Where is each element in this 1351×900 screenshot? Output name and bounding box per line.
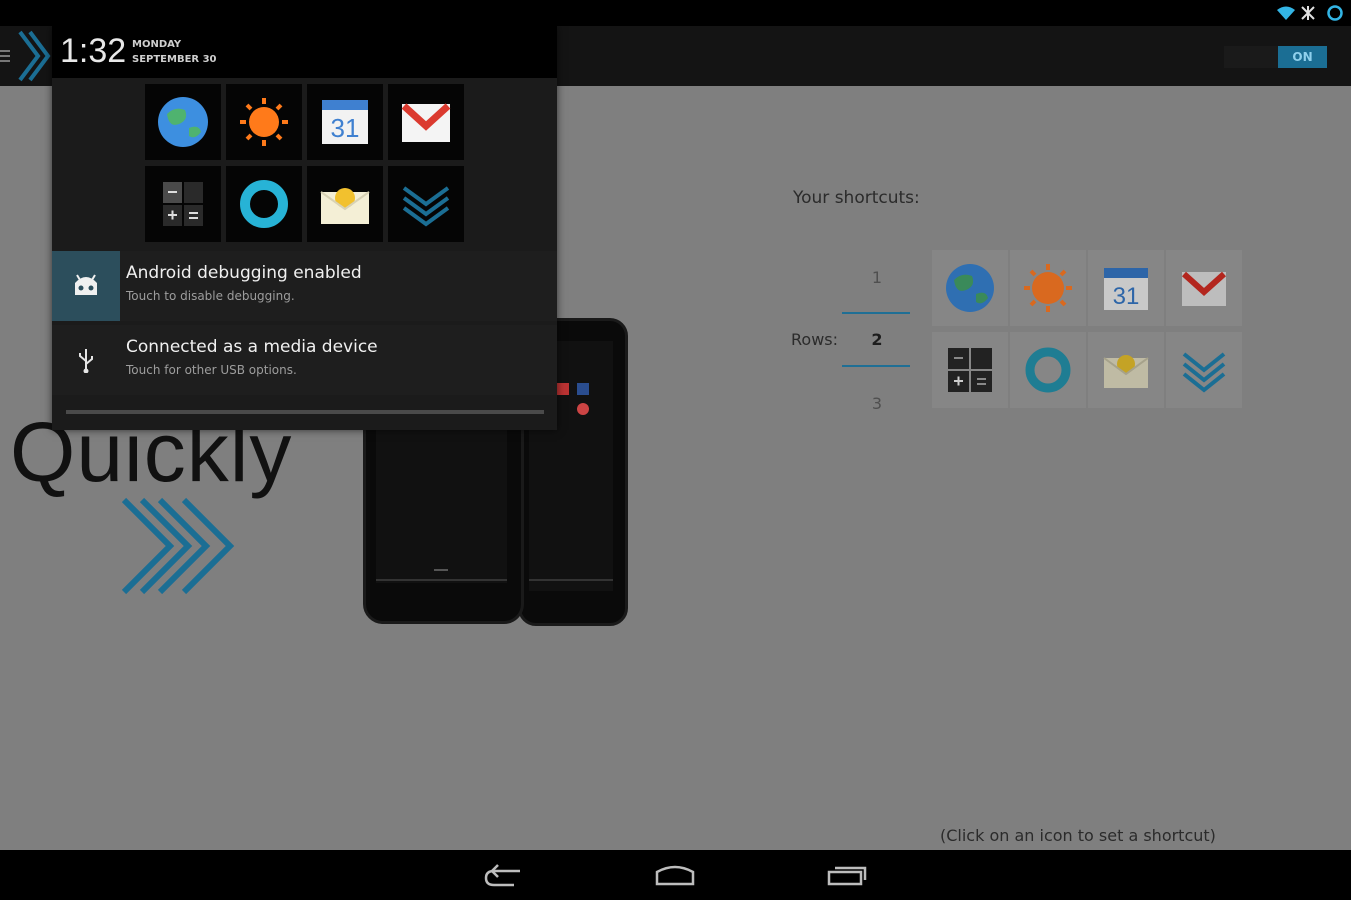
- airplane-icon: [1301, 6, 1315, 20]
- ring-icon: [240, 180, 288, 228]
- sync-icon: [1327, 5, 1343, 21]
- notification-title: Android debugging enabled: [126, 263, 362, 283]
- quick-launch-grid: 31: [145, 84, 470, 244]
- quick-tile-6[interactable]: [226, 166, 302, 242]
- notification-subtitle: Touch for other USB options.: [126, 363, 297, 377]
- facebook-icon: [577, 383, 589, 395]
- shortcut-slot-4[interactable]: [1166, 250, 1242, 326]
- recents-button[interactable]: [817, 858, 877, 894]
- shortcut-slot-7[interactable]: [1088, 332, 1164, 408]
- toggle-on-label: ON: [1278, 46, 1327, 68]
- shortcut-slot-3[interactable]: 31: [1088, 250, 1164, 326]
- enable-toggle[interactable]: ON: [1224, 46, 1327, 68]
- chevron-icon: [1182, 352, 1226, 393]
- app-icon: [557, 383, 569, 395]
- calculator-icon: [163, 182, 203, 226]
- notification-title: Connected as a media device: [126, 337, 378, 357]
- usb-icon: [79, 349, 93, 373]
- row-option-3[interactable]: 3: [862, 394, 892, 413]
- calendar-icon: 31: [1104, 268, 1148, 310]
- email-icon: [1103, 355, 1149, 388]
- home-icon: [655, 865, 695, 886]
- wifi-icon: [1277, 6, 1295, 20]
- shortcut-slot-6[interactable]: [1010, 332, 1086, 408]
- shade-drag-handle[interactable]: [66, 410, 544, 414]
- gmail-icon: [401, 103, 451, 142]
- shortcut-slot-2[interactable]: [1010, 250, 1086, 326]
- sun-icon: [240, 98, 288, 146]
- calculator-icon: [948, 348, 992, 392]
- globe-icon: [158, 97, 208, 147]
- app-logo-icon: [18, 30, 51, 82]
- shortcut-slot-5[interactable]: [932, 332, 1008, 408]
- back-button[interactable]: [474, 858, 534, 894]
- rows-label: Rows:: [791, 330, 838, 349]
- quick-tile-4[interactable]: [388, 84, 464, 160]
- notification-debugging[interactable]: Android debugging enabled Touch to disab…: [52, 251, 557, 321]
- notification-subtitle: Touch to disable debugging.: [126, 289, 295, 303]
- shortcut-grid: 31: [927, 248, 1247, 412]
- shortcut-slot-1[interactable]: [932, 250, 1008, 326]
- email-icon: [320, 188, 370, 224]
- quick-tile-2[interactable]: [226, 84, 302, 160]
- menu-icon[interactable]: [0, 48, 12, 64]
- date-date: SEPTEMBER 30: [132, 54, 217, 65]
- quick-tile-7[interactable]: [307, 166, 383, 242]
- row-picker-divider: [842, 312, 910, 314]
- chrome-icon: [577, 403, 589, 415]
- navigation-bar: [0, 850, 1351, 900]
- quick-tile-1[interactable]: [145, 84, 221, 160]
- ring-icon: [1025, 347, 1071, 393]
- row-option-2[interactable]: 2: [862, 330, 892, 349]
- calendar-icon: 31: [322, 100, 368, 144]
- android-debug-icon: [75, 274, 97, 295]
- home-button[interactable]: [645, 858, 705, 894]
- promo-chevron-icon: [121, 497, 235, 595]
- svg-text:31: 31: [1113, 283, 1140, 310]
- notification-usb[interactable]: Connected as a media device Touch for ot…: [52, 325, 557, 395]
- shade-header: 1:32 MONDAY SEPTEMBER 30: [52, 26, 557, 78]
- svg-text:31: 31: [331, 113, 360, 143]
- shortcuts-label: Your shortcuts:: [793, 188, 920, 208]
- date-day: MONDAY: [132, 39, 182, 50]
- quick-tile-8[interactable]: [388, 166, 464, 242]
- gmail-icon: [1181, 271, 1227, 306]
- clock: 1:32: [60, 32, 127, 70]
- row-picker-divider: [842, 365, 910, 367]
- quick-tile-3[interactable]: 31: [307, 84, 383, 160]
- globe-icon: [946, 264, 994, 312]
- row-option-1[interactable]: 1: [862, 268, 892, 287]
- notification-shade: 1:32 MONDAY SEPTEMBER 30 31 Android debu…: [52, 26, 557, 430]
- shortcut-hint: (Click on an icon to set a shortcut): [940, 826, 1216, 845]
- chevron-icon: [402, 186, 450, 227]
- quick-tile-5[interactable]: [145, 166, 221, 242]
- sun-icon: [1024, 264, 1072, 312]
- recents-icon: [827, 866, 867, 886]
- back-icon: [484, 864, 520, 887]
- shortcut-slot-8[interactable]: [1166, 332, 1242, 408]
- status-bar: [0, 0, 1351, 26]
